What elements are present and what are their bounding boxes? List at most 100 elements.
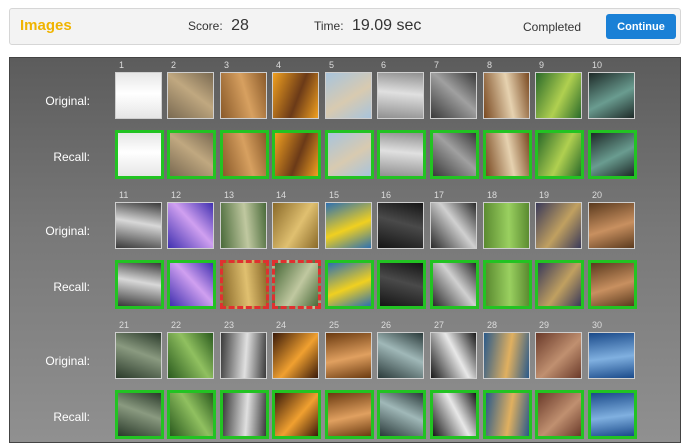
original-image-neon-tunnel bbox=[167, 202, 214, 249]
original-image-tea-jar bbox=[272, 202, 319, 249]
original-image-forest-river bbox=[220, 202, 267, 249]
original-row-label: Original: bbox=[45, 354, 90, 368]
time-value: 19.09 sec bbox=[352, 17, 422, 34]
image-number: 14 bbox=[276, 190, 287, 200]
recall-row-label: Recall: bbox=[53, 150, 90, 164]
image-number: 25 bbox=[329, 320, 340, 330]
image-number: 7 bbox=[434, 60, 440, 70]
recall-image-wagon-wheels[interactable] bbox=[588, 260, 637, 309]
recall-image-circuit-board[interactable] bbox=[115, 390, 164, 439]
recall-image-bw-portrait[interactable] bbox=[430, 260, 479, 309]
image-number: 29 bbox=[539, 320, 550, 330]
recall-image-frog-figurines[interactable] bbox=[535, 130, 584, 179]
status-text: Completed bbox=[523, 20, 582, 34]
original-image-bw-portrait bbox=[430, 202, 477, 249]
recall-image-duck-figurine[interactable] bbox=[377, 130, 426, 179]
recall-image-brick-building[interactable] bbox=[535, 390, 584, 439]
image-number: 5 bbox=[329, 60, 335, 70]
original-image-food-platters bbox=[483, 332, 530, 379]
original-image-mosaic bbox=[535, 202, 582, 249]
original-image-hand-sculpture bbox=[115, 202, 162, 249]
original-image-desert-sunset bbox=[272, 72, 319, 119]
image-number: 4 bbox=[276, 60, 282, 70]
original-image-wheat-field bbox=[220, 72, 267, 119]
recall-image-coastal-town[interactable] bbox=[325, 130, 374, 179]
image-number: 20 bbox=[592, 190, 603, 200]
recall-image-paper-roll[interactable] bbox=[220, 390, 269, 439]
recall-image-forest-river[interactable] bbox=[220, 260, 269, 309]
recall-image-green-dog[interactable] bbox=[483, 260, 532, 309]
recall-image-lion[interactable] bbox=[167, 130, 216, 179]
recall-row-label: Recall: bbox=[53, 280, 90, 294]
recall-row-label: Recall: bbox=[53, 410, 90, 424]
image-number: 22 bbox=[171, 320, 182, 330]
original-image-teal-pattern bbox=[588, 72, 635, 119]
recall-image-ornate-bazaar[interactable] bbox=[483, 130, 532, 179]
image-number: 3 bbox=[224, 60, 230, 70]
image-number: 15 bbox=[329, 190, 340, 200]
image-number: 13 bbox=[224, 190, 235, 200]
original-image-black-cat bbox=[377, 202, 424, 249]
original-image-sushi bbox=[430, 332, 477, 379]
recall-image-wheat-field[interactable] bbox=[220, 130, 269, 179]
time-label: Time: bbox=[314, 19, 344, 33]
original-image-lion bbox=[167, 72, 214, 119]
image-number: 10 bbox=[592, 60, 603, 70]
original-image-green-hills bbox=[377, 332, 424, 379]
recall-image-grass[interactable] bbox=[167, 390, 216, 439]
image-number: 28 bbox=[487, 320, 498, 330]
recall-image-bread-loaves[interactable] bbox=[325, 390, 374, 439]
recall-image-desert-sunset[interactable] bbox=[272, 130, 321, 179]
original-image-coastal-town bbox=[325, 72, 372, 119]
original-image-ornate-bazaar bbox=[483, 72, 530, 119]
recall-image-orange-jars[interactable] bbox=[272, 390, 321, 439]
recall-image-green-hills[interactable] bbox=[377, 390, 426, 439]
recall-image-white-crumpled-paper[interactable] bbox=[115, 130, 164, 179]
original-image-duck-figurine bbox=[377, 72, 424, 119]
original-image-ocean-buoy bbox=[588, 332, 635, 379]
image-number: 2 bbox=[171, 60, 177, 70]
app-title: Images bbox=[20, 17, 72, 34]
original-image-bread-loaves bbox=[325, 332, 372, 379]
recall-image-yellow-flowers[interactable] bbox=[325, 260, 374, 309]
top-bar: Images Score: 28 Time: 19.09 sec Complet… bbox=[9, 8, 681, 45]
image-number: 27 bbox=[434, 320, 445, 330]
recall-image-black-cat[interactable] bbox=[377, 260, 426, 309]
original-image-orange-jars bbox=[272, 332, 319, 379]
score-label: Score: bbox=[188, 19, 223, 33]
image-number: 9 bbox=[539, 60, 545, 70]
image-number: 1 bbox=[119, 60, 125, 70]
recall-image-vintage-car[interactable] bbox=[430, 130, 479, 179]
original-row-label: Original: bbox=[45, 94, 90, 108]
image-number: 30 bbox=[592, 320, 603, 330]
image-number: 17 bbox=[434, 190, 445, 200]
image-number: 23 bbox=[224, 320, 235, 330]
image-number: 6 bbox=[381, 60, 387, 70]
image-number: 16 bbox=[381, 190, 392, 200]
recall-image-hand-sculpture[interactable] bbox=[115, 260, 164, 309]
recall-image-ocean-buoy[interactable] bbox=[588, 390, 637, 439]
continue-button[interactable]: Continue bbox=[606, 14, 676, 39]
original-image-green-dog bbox=[483, 202, 530, 249]
image-number: 8 bbox=[487, 60, 493, 70]
recall-image-tea-jar[interactable] bbox=[272, 260, 321, 309]
original-row-label: Original: bbox=[45, 224, 90, 238]
recall-image-teal-pattern[interactable] bbox=[588, 130, 637, 179]
original-image-vintage-car bbox=[430, 72, 477, 119]
recall-image-mosaic[interactable] bbox=[535, 260, 584, 309]
original-image-brick-building bbox=[535, 332, 582, 379]
image-number: 24 bbox=[276, 320, 287, 330]
original-image-frog-figurines bbox=[535, 72, 582, 119]
score-display: Score: 28 bbox=[188, 17, 249, 35]
original-image-grass bbox=[167, 332, 214, 379]
image-number: 11 bbox=[119, 190, 129, 200]
recall-image-neon-tunnel[interactable] bbox=[167, 260, 216, 309]
score-value: 28 bbox=[231, 17, 249, 34]
original-image-yellow-flowers bbox=[325, 202, 372, 249]
image-number: 12 bbox=[171, 190, 182, 200]
original-image-wagon-wheels bbox=[588, 202, 635, 249]
recall-image-sushi[interactable] bbox=[430, 390, 479, 439]
original-image-paper-roll bbox=[220, 332, 267, 379]
recall-image-food-platters[interactable] bbox=[483, 390, 532, 439]
image-number: 19 bbox=[539, 190, 550, 200]
